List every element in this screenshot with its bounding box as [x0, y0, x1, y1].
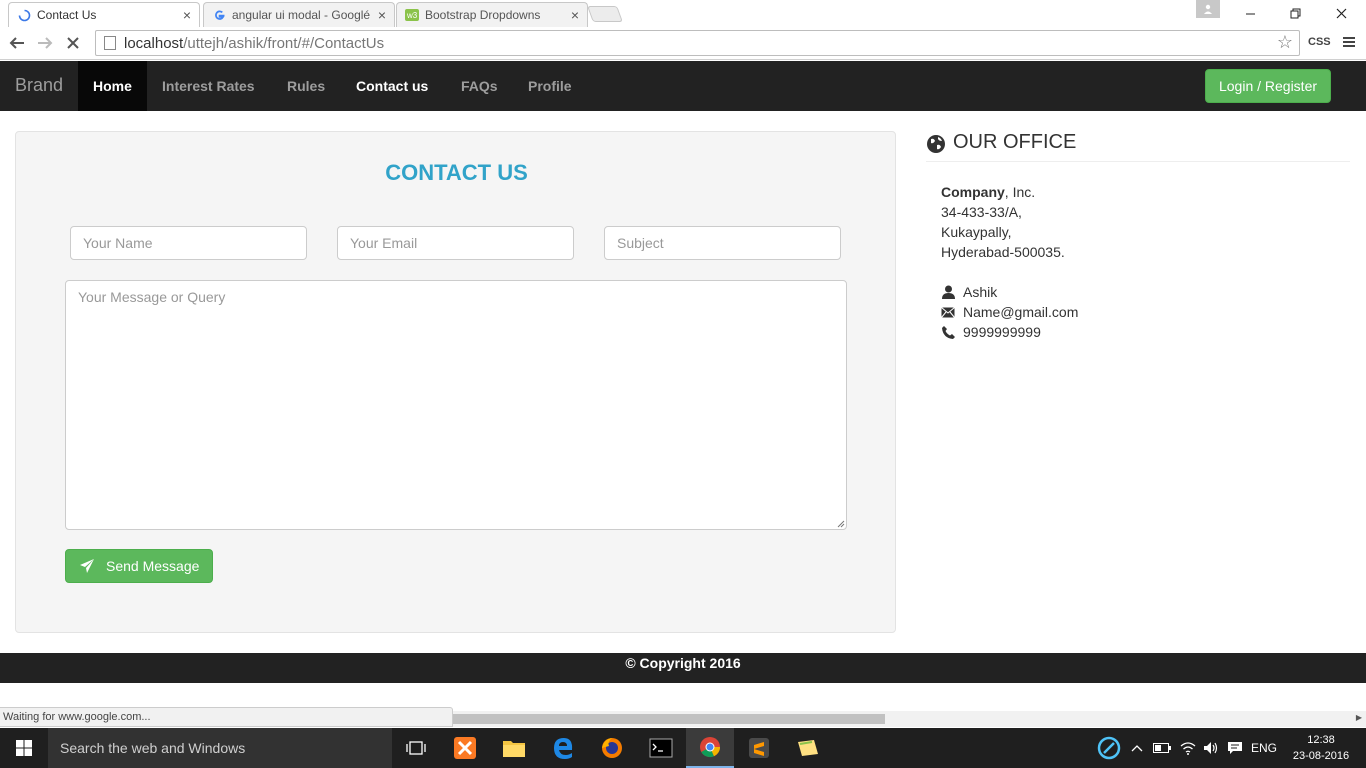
browser-tab-contact-us[interactable]: Contact Us ×: [8, 2, 200, 27]
nav-contact-us[interactable]: Contact us: [341, 61, 443, 111]
tab-title: Bootstrap Dropdowns: [425, 8, 541, 22]
send-message-button[interactable]: Send Message: [65, 549, 213, 583]
company-suffix: , Inc.: [1004, 184, 1036, 200]
loading-spinner-icon: [17, 8, 31, 22]
minimize-icon[interactable]: [1236, 0, 1264, 26]
contact-form-panel: CONTACT US Send Message: [15, 131, 896, 633]
xampp-icon[interactable]: [441, 728, 489, 768]
profile-icon[interactable]: [1196, 0, 1220, 18]
paper-plane-icon: [80, 559, 96, 573]
nav-rules[interactable]: Rules: [272, 61, 340, 111]
tab-title: Contact Us: [37, 8, 97, 22]
edge-icon[interactable]: [539, 728, 587, 768]
close-tab-icon[interactable]: ×: [571, 7, 579, 23]
scroll-right-arrow-icon[interactable]: ▶: [1356, 713, 1362, 722]
address-line-1: 34-433-33/A,: [941, 204, 1022, 220]
restore-icon[interactable]: [1281, 0, 1309, 26]
login-register-button[interactable]: Login / Register: [1205, 69, 1331, 103]
site-footer: © Copyright 2016: [0, 653, 1366, 683]
task-view-icon[interactable]: [392, 728, 440, 768]
browser-toolbar: localhost /uttejh/ashik/front/#/ContactU…: [0, 27, 1366, 60]
w3-favicon-icon: w3: [405, 8, 419, 22]
address-line-2: Kukaypally,: [941, 224, 1012, 240]
windows-start-icon[interactable]: [0, 728, 48, 768]
page-icon: [104, 36, 116, 50]
clock-time: 12:38: [1307, 734, 1335, 746]
css-extension-icon[interactable]: CSS: [1308, 36, 1331, 48]
scrollbar-thumb[interactable]: [453, 714, 885, 724]
user-icon: [941, 285, 955, 299]
action-center-icon[interactable]: [1224, 728, 1246, 768]
phone-icon: [941, 325, 955, 339]
phone-number: 9999999999: [963, 324, 1041, 340]
nav-home[interactable]: Home: [78, 61, 147, 111]
volume-icon[interactable]: [1200, 728, 1222, 768]
company-name: Company: [941, 184, 1005, 200]
language-indicator[interactable]: ENG: [1248, 728, 1280, 768]
url-path: /uttejh/ashik/front/#/ContactUs: [183, 34, 385, 52]
copyright-text: © Copyright 2016: [625, 655, 741, 671]
network-sync-icon[interactable]: [1094, 728, 1124, 768]
email-input[interactable]: [337, 226, 574, 260]
stop-loading-icon[interactable]: [62, 31, 84, 55]
office-phone: 9999999999: [941, 322, 1041, 342]
message-textarea[interactable]: [65, 280, 847, 530]
wifi-icon[interactable]: [1177, 728, 1199, 768]
chrome-menu-icon[interactable]: [1342, 33, 1356, 54]
horizontal-scrollbar[interactable]: ▶: [453, 711, 1366, 727]
subject-input[interactable]: [604, 226, 841, 260]
person-name: Ashik: [963, 284, 998, 300]
office-heading-text: OUR OFFICE: [953, 131, 1077, 153]
browser-tab-bootstrap-dropdowns[interactable]: w3 Bootstrap Dropdowns ×: [396, 2, 588, 27]
nav-faqs[interactable]: FAQs: [446, 61, 513, 111]
clock-date: 23-08-2016: [1292, 750, 1350, 762]
navbar-brand[interactable]: Brand: [15, 75, 63, 96]
site-navbar: Brand Home Interest Rates Rules Contact …: [0, 61, 1366, 111]
taskbar-search[interactable]: Search the web and Windows: [48, 728, 392, 768]
browser-tab-angular-ui-modal[interactable]: angular ui modal - Googlé ×: [203, 2, 395, 27]
notes-app-icon[interactable]: [784, 728, 832, 768]
address-line-3: Hyderabad-500035.: [941, 244, 1065, 260]
show-hidden-icons-icon[interactable]: [1128, 728, 1146, 768]
resize-grip-icon[interactable]: [835, 518, 845, 528]
svg-text:w3: w3: [406, 11, 418, 20]
back-arrow-icon[interactable]: [6, 31, 28, 55]
firefox-icon[interactable]: [588, 728, 636, 768]
sublime-text-icon[interactable]: [735, 728, 783, 768]
office-email: Name@gmail.com: [941, 302, 1078, 322]
battery-icon[interactable]: [1151, 728, 1173, 768]
globe-icon: [926, 134, 946, 154]
forward-arrow-icon[interactable]: [34, 31, 56, 55]
send-message-label: Send Message: [106, 558, 200, 574]
new-tab-button[interactable]: [587, 6, 623, 22]
office-person: Ashik: [941, 282, 997, 302]
chrome-taskbar-icon[interactable]: [686, 728, 734, 768]
name-input[interactable]: [70, 226, 307, 260]
close-tab-icon[interactable]: ×: [183, 7, 191, 23]
envelope-icon: [941, 305, 955, 319]
file-explorer-icon[interactable]: [490, 728, 538, 768]
close-window-icon[interactable]: [1327, 0, 1355, 26]
google-favicon-icon: [212, 8, 226, 22]
command-prompt-icon[interactable]: [637, 728, 685, 768]
office-address: Company, Inc. 34-433-33/A, Kukaypally, H…: [941, 182, 1065, 262]
tab-title: angular ui modal - Googlé: [232, 8, 371, 22]
address-bar[interactable]: localhost /uttejh/ashik/front/#/ContactU…: [95, 30, 1300, 56]
close-tab-icon[interactable]: ×: [378, 7, 386, 23]
windows-taskbar: Search the web and Windows ENG 12:38 23-…: [0, 728, 1366, 768]
email-address: Name@gmail.com: [963, 304, 1079, 320]
taskbar-clock[interactable]: 12:38 23-08-2016: [1284, 732, 1358, 764]
nav-profile[interactable]: Profile: [513, 61, 587, 111]
browser-tabstrip: Contact Us × angular ui modal - Googlé ×…: [0, 0, 1366, 27]
nav-interest-rates[interactable]: Interest Rates: [147, 61, 270, 111]
contact-title: CONTACT US: [385, 160, 528, 185]
office-heading: OUR OFFICE: [926, 131, 1350, 162]
url-host: localhost: [124, 34, 184, 52]
status-bubble: Waiting for www.google.com...: [0, 707, 453, 727]
bookmark-star-icon[interactable]: ☆: [1277, 32, 1293, 53]
